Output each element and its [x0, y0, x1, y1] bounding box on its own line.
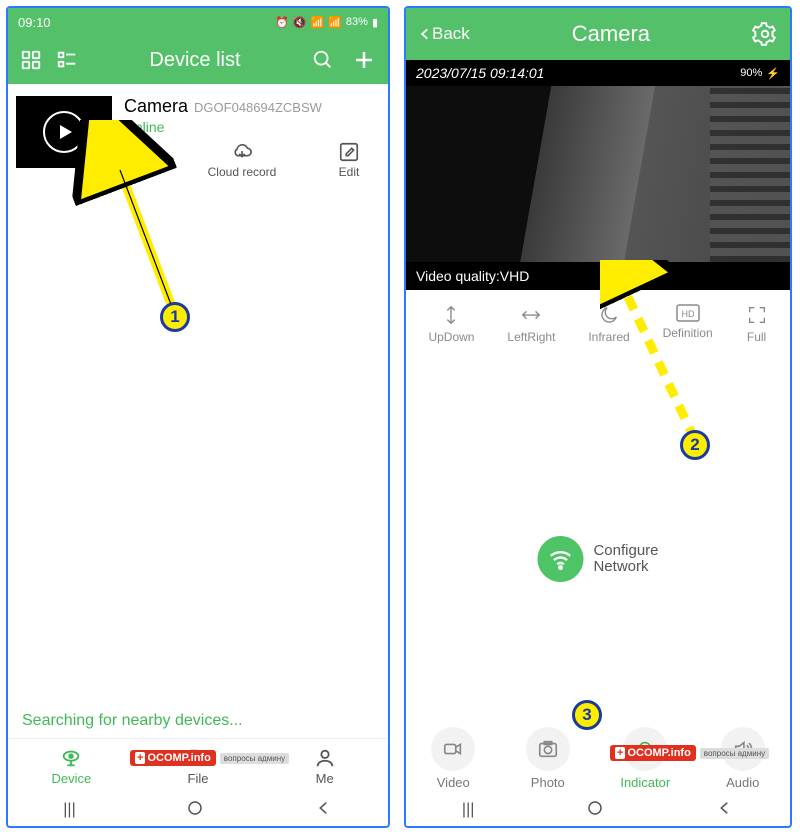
- cloud-record-button[interactable]: Cloud record: [208, 141, 277, 179]
- tab-device[interactable]: Device: [8, 739, 135, 794]
- charging-icon: ⚡: [766, 67, 780, 80]
- add-icon[interactable]: [352, 48, 376, 72]
- feed-image: [406, 86, 790, 262]
- camera-id: DGOF048694ZCBSW: [194, 100, 322, 115]
- watermark: +OCOMP.info вопросы админу: [610, 745, 769, 761]
- control-row: UpDown LeftRight Infrared HD Definition …: [406, 290, 790, 358]
- android-nav: |||: [406, 794, 790, 826]
- video-button[interactable]: Video: [431, 727, 475, 790]
- wifi-icon: [537, 536, 583, 582]
- definition-button[interactable]: HD Definition: [663, 304, 713, 344]
- camera-title: Camera: [572, 21, 650, 47]
- settings-icon[interactable]: [752, 21, 778, 47]
- searching-text: Searching for nearby devices...: [22, 712, 243, 730]
- callout-3: 3: [572, 700, 602, 730]
- fullscreen-icon: [746, 304, 768, 326]
- camera-name: Camera: [124, 96, 188, 117]
- status-time: 09:10: [18, 15, 51, 30]
- feed-overlay-bottom: Video quality:VHD: [406, 262, 790, 290]
- grid-view-icon[interactable]: [20, 49, 42, 71]
- person-icon: [314, 747, 336, 769]
- tab-bar: Device File Me: [8, 738, 388, 794]
- recents-icon[interactable]: |||: [462, 801, 474, 819]
- feed-overlay-top: 2023/07/15 09:14:01 90% ⚡: [406, 60, 790, 86]
- search-icon[interactable]: [312, 49, 334, 71]
- photo-button[interactable]: Photo: [526, 727, 570, 790]
- video-feed[interactable]: 2023/07/15 09:14:01 90% ⚡ Video quality:…: [406, 60, 790, 290]
- settings-button[interactable]: Sett: [124, 141, 146, 179]
- tab-file[interactable]: File: [135, 739, 262, 794]
- svg-text:HD: HD: [681, 309, 694, 319]
- header: Device list: [8, 36, 388, 84]
- home-icon[interactable]: [186, 799, 204, 822]
- camera-header: Back Camera: [406, 8, 790, 60]
- infrared-button[interactable]: Infrared: [588, 304, 629, 344]
- camera-status: Online: [124, 119, 380, 135]
- camera-icon: [60, 747, 82, 769]
- tab-me[interactable]: Me: [261, 739, 388, 794]
- back-icon[interactable]: [716, 799, 734, 822]
- leftright-icon: [520, 304, 542, 326]
- video-quality: Video quality:VHD: [416, 268, 529, 284]
- recents-icon[interactable]: |||: [63, 801, 75, 819]
- alarm-icon: ⏰: [275, 16, 289, 29]
- play-icon[interactable]: [43, 111, 85, 153]
- status-icons: ⏰ 🔇 📶 📶 83% ▮: [275, 16, 378, 29]
- device-card[interactable]: Camera DGOF048694ZCBSW Online Sett Cloud…: [16, 96, 380, 179]
- video-icon: [442, 738, 464, 760]
- camera-thumbnail[interactable]: [16, 96, 112, 168]
- list-view-icon[interactable]: [56, 49, 78, 71]
- back-icon[interactable]: [315, 799, 333, 822]
- moon-icon: [598, 304, 620, 326]
- updown-button[interactable]: UpDown: [428, 304, 474, 344]
- battery-text: 83%: [346, 16, 368, 28]
- battery-icon: ▮: [372, 16, 378, 29]
- watermark: +OCOMP.info вопросы админу: [130, 750, 289, 766]
- wifi-icon: 📶: [311, 16, 325, 29]
- back-button[interactable]: Back: [418, 24, 470, 44]
- gear-icon: [124, 141, 146, 163]
- callout-1: 1: [160, 302, 190, 332]
- leftright-button[interactable]: LeftRight: [507, 304, 555, 344]
- fullscreen-button[interactable]: Full: [746, 304, 768, 344]
- updown-icon: [440, 304, 462, 326]
- mute-icon: 🔇: [293, 16, 307, 29]
- callout-2: 2: [680, 430, 710, 460]
- home-icon[interactable]: [586, 799, 604, 822]
- edit-icon: [338, 141, 360, 163]
- hd-icon: HD: [676, 304, 700, 322]
- chevron-left-icon: [418, 24, 432, 44]
- configure-network-label: ConfigureNetwork: [593, 543, 658, 576]
- cloud-icon: [230, 141, 254, 163]
- page-title: Device list: [149, 49, 240, 72]
- device-list-screen: 09:10 ⏰ 🔇 📶 📶 83% ▮ Device list: [6, 6, 390, 828]
- configure-network-button[interactable]: ConfigureNetwork: [537, 536, 658, 582]
- timestamp: 2023/07/15 09:14:01: [416, 65, 544, 81]
- android-nav: |||: [8, 794, 388, 826]
- photo-icon: [537, 738, 559, 760]
- feed-batt: 90%: [740, 67, 762, 79]
- signal-icon: 📶: [328, 16, 342, 29]
- status-bar: 09:10 ⏰ 🔇 📶 📶 83% ▮: [8, 8, 388, 36]
- edit-button[interactable]: Edit: [338, 141, 360, 179]
